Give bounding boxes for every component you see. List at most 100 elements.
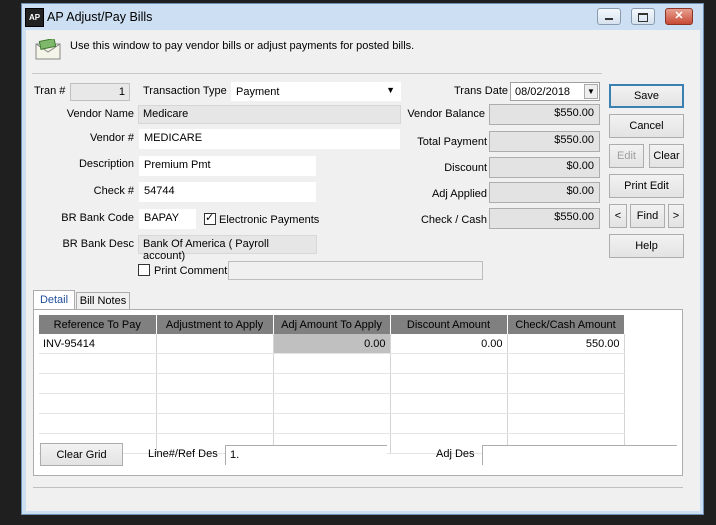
app-icon: AP xyxy=(25,8,44,27)
br-bank-code-label: BR Bank Code xyxy=(61,212,134,224)
vendor-balance-field: $550.00 xyxy=(489,104,600,125)
tab-bill-notes-label: Bill Notes xyxy=(79,295,127,307)
grid-cell[interactable] xyxy=(390,373,508,394)
check-number-value: 54744 xyxy=(144,185,175,197)
status-bar xyxy=(33,487,683,488)
print-comment-checkbox[interactable] xyxy=(138,264,150,276)
grid-cell[interactable] xyxy=(156,353,274,374)
checkmark-icon: ✓ xyxy=(205,212,215,224)
tab-detail-label: Detail xyxy=(39,294,69,306)
edit-button[interactable]: Edit xyxy=(609,144,644,168)
column-header[interactable]: Adj Amount To Apply xyxy=(273,315,391,334)
trans-date-value: 08/02/2018 xyxy=(515,86,571,98)
minimize-button[interactable] xyxy=(597,8,621,25)
total-payment-field: $550.00 xyxy=(489,131,600,152)
table-row[interactable] xyxy=(39,393,625,414)
vendor-balance-value: $550.00 xyxy=(554,107,594,119)
grid-cell[interactable] xyxy=(507,393,625,414)
clear-grid-button[interactable]: Clear Grid xyxy=(40,443,123,466)
next-button[interactable]: > xyxy=(668,204,684,228)
column-header[interactable]: Check/Cash Amount xyxy=(507,315,625,334)
transaction-type-select[interactable]: Payment ▼ xyxy=(231,82,401,101)
trans-date-label: Trans Date xyxy=(454,85,509,97)
vendor-name-field: Medicare xyxy=(138,105,401,124)
calendar-dropdown-icon: ▼ xyxy=(584,84,598,99)
window-title: AP Adjust/Pay Bills xyxy=(47,10,153,24)
grid-cell[interactable] xyxy=(156,334,274,354)
table-row[interactable] xyxy=(39,373,625,394)
grid-cell[interactable]: 550.00 xyxy=(507,334,625,354)
line-ref-input[interactable]: 1. xyxy=(225,445,387,465)
maximize-button[interactable] xyxy=(631,8,655,25)
trans-date-picker[interactable]: 08/02/2018 ▼ xyxy=(510,82,600,101)
close-icon: ✕ xyxy=(674,10,684,22)
grid-cell[interactable]: 0.00 xyxy=(273,334,391,354)
grid-cell[interactable]: 0.00 xyxy=(390,334,508,354)
grid-cell[interactable] xyxy=(156,393,274,414)
br-bank-code-input[interactable]: BAPAY xyxy=(138,208,197,230)
tab-bill-notes[interactable]: Bill Notes xyxy=(76,292,130,310)
grid-cell[interactable] xyxy=(390,413,508,434)
line-ref-value: 1. xyxy=(230,449,240,461)
grid-cell[interactable] xyxy=(273,393,391,414)
grid-cell[interactable] xyxy=(39,393,157,414)
electronic-payments-checkbox[interactable]: ✓ xyxy=(204,212,216,225)
total-payment-label: Total Payment xyxy=(417,136,487,148)
grid-cell[interactable] xyxy=(507,413,625,434)
table-row[interactable] xyxy=(39,413,625,434)
column-header[interactable]: Adjustment to Apply xyxy=(156,315,274,334)
restore-icon xyxy=(638,13,648,22)
previous-button[interactable]: < xyxy=(609,204,627,228)
minimize-icon xyxy=(605,18,613,20)
description-label: Description xyxy=(78,158,134,170)
print-comment-input[interactable] xyxy=(228,261,483,280)
print-edit-button[interactable]: Print Edit xyxy=(609,174,684,198)
discount-field: $0.00 xyxy=(489,157,600,178)
save-button[interactable]: Save xyxy=(609,84,684,108)
clear-button[interactable]: Clear xyxy=(649,144,684,168)
bills-grid[interactable]: Reference To Pay Adjustment to Apply Adj… xyxy=(39,315,625,454)
vendor-balance-label: Vendor Balance xyxy=(407,108,485,120)
check-cash-label: Check / Cash xyxy=(420,214,487,226)
grid-cell[interactable] xyxy=(507,353,625,374)
description-input[interactable]: Premium Pmt xyxy=(138,155,317,177)
discount-label: Discount xyxy=(444,162,487,174)
adj-applied-label: Adj Applied xyxy=(431,188,487,200)
tab-detail[interactable]: Detail xyxy=(33,290,75,310)
discount-value: $0.00 xyxy=(566,160,594,172)
grid-cell[interactable] xyxy=(156,413,274,434)
envelope-money-icon xyxy=(34,37,62,61)
br-bank-desc-field: Bank Of America ( Payroll account) xyxy=(138,235,317,262)
grid-cell[interactable] xyxy=(39,373,157,394)
vendor-number-input[interactable]: MEDICARE xyxy=(138,128,401,150)
vendor-number-value: MEDICARE xyxy=(144,132,203,144)
table-row[interactable] xyxy=(39,353,625,374)
check-number-input[interactable]: 54744 xyxy=(138,181,317,203)
grid-cell[interactable] xyxy=(273,413,391,434)
grid-cell[interactable] xyxy=(507,373,625,394)
find-button[interactable]: Find xyxy=(630,204,665,228)
cancel-button[interactable]: Cancel xyxy=(609,114,684,138)
adj-des-input[interactable] xyxy=(482,445,677,465)
help-button[interactable]: Help xyxy=(609,234,684,258)
column-header[interactable]: Discount Amount xyxy=(390,315,508,334)
close-button[interactable]: ✕ xyxy=(665,8,693,25)
grid-cell[interactable] xyxy=(156,373,274,394)
adj-des-label: Adj Des xyxy=(436,448,475,460)
grid-cell[interactable] xyxy=(39,413,157,434)
grid-cell[interactable] xyxy=(273,373,391,394)
grid-cell[interactable]: INV-95414 xyxy=(39,334,157,354)
transaction-type-value: Payment xyxy=(236,86,280,98)
grid-cell[interactable] xyxy=(390,353,508,374)
tran-number-value: 1 xyxy=(118,86,125,98)
table-row[interactable]: INV-95414 0.00 0.00 550.00 xyxy=(39,334,625,354)
br-bank-desc-label: BR Bank Desc xyxy=(62,238,134,250)
grid-cell[interactable] xyxy=(39,353,157,374)
header-divider xyxy=(32,73,602,74)
grid-cell[interactable] xyxy=(390,393,508,414)
column-header[interactable]: Reference To Pay xyxy=(39,315,157,334)
br-bank-code-value: BAPAY xyxy=(144,212,180,224)
grid-cell[interactable] xyxy=(273,353,391,374)
check-cash-value: $550.00 xyxy=(554,211,594,223)
description-value: Premium Pmt xyxy=(144,159,211,171)
